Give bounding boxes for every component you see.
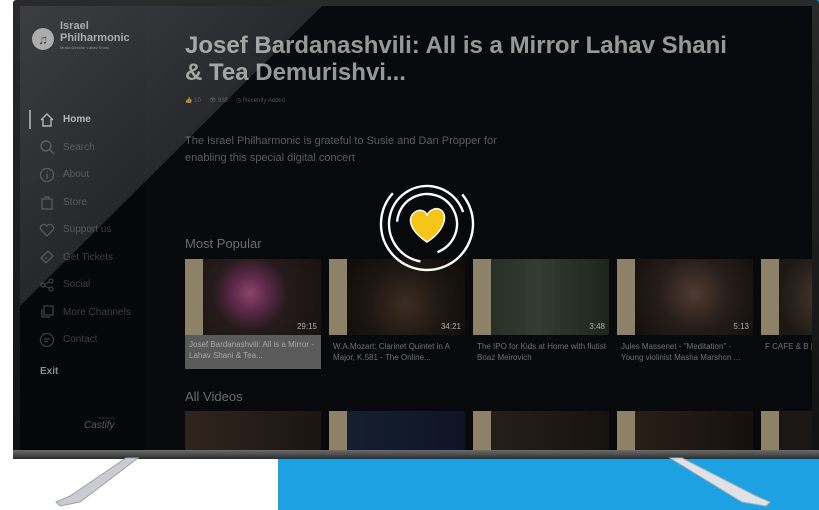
section-title-most-popular: Most Popular [185,236,262,251]
sidebar-item-tickets[interactable]: Get Tickets [20,244,145,272]
platform-logo: Powered by Castify [84,416,115,431]
video-title: W.A.Mozart: Clarinet Quintet in A Major,… [333,342,450,362]
video-thumbnail [617,411,753,450]
sidebar-item-home[interactable]: Home [20,106,145,134]
hero-meta: 👍 10 👁 935 ◷ Recently Added [185,97,285,104]
video-card[interactable] [617,411,753,450]
hero-title: Josef Bardanashvili: All is a Mirror Lah… [185,32,727,86]
brand-name-line1: Israel [60,20,89,32]
video-duration: 29:15 [296,322,317,331]
video-title: Josef Bardanashvili: All is a Mirror - L… [185,335,321,369]
sidebar-item-channels[interactable]: More Channels [20,299,145,327]
sidebar-item-label: Get Tickets [63,251,114,263]
main-content: Josef Bardanashvili: All is a Mirror Lah… [145,6,812,450]
sidebar-item-contact[interactable]: Contact [20,326,145,354]
video-duration: 5:13 [733,322,749,331]
video-card[interactable]: 29:15 Josef Bardanashvili: All is a Mirr… [185,259,321,369]
sidebar-item-label: Social [63,279,91,291]
loading-spinner [379,176,475,272]
brand-logo[interactable]: Israel Philharmonic Music Director Lahav… [60,20,130,51]
likes-count: 👍 10 [185,98,201,104]
chat-icon [39,332,55,348]
channels-icon [39,304,55,320]
video-card[interactable]: 3:48 The IPO for Kids at Home with fluti… [473,259,609,369]
sidebar-item-support[interactable]: Support us [20,216,145,244]
heart-icon [39,222,55,238]
bag-icon [39,194,55,210]
video-title: The IPO for Kids at Home with flutist Bo… [477,342,606,362]
video-thumbnail: 29:15 [185,259,321,335]
section-title-all-videos: All Videos [185,389,243,404]
sidebar-item-label: Home [63,114,91,126]
tv-stand-left [55,457,140,507]
video-thumbnail [185,411,321,450]
tv-screen: ♫ Israel Philharmonic Music Director Lah… [20,6,812,450]
video-card[interactable] [185,411,321,450]
views-count: 👁 935 [208,98,229,104]
video-card[interactable]: 5:13 Jules Massenet - "Meditation" - You… [617,259,753,369]
status-badge: ◷ Recently Added [236,98,286,104]
ticket-icon [39,249,55,265]
sidebar-item-search[interactable]: Search [20,134,145,162]
sidebar-item-label: About [63,169,90,181]
video-title: Jules Massenet - "Meditation" - Young vi… [621,342,741,362]
video-title: F CAFE & B | FTV [765,342,812,351]
sidebar-item-label: More Channels [63,306,131,318]
video-card[interactable] [329,411,465,450]
sidebar: ♫ Israel Philharmonic Music Director Lah… [20,6,145,450]
video-card[interactable]: F CAFE & B | FTV [761,259,812,369]
video-thumbnail [473,411,609,450]
sidebar-item-label: Support us [63,224,112,236]
search-icon [39,139,55,155]
platform-name: Castify [84,420,115,431]
orchestra-logo-icon: ♫ [32,28,54,50]
video-thumbnail [761,259,812,335]
exit-button[interactable]: Exit [40,366,58,377]
sidebar-item-label: Contact [63,334,98,346]
home-icon [39,112,55,128]
sidebar-item-label: Store [63,196,87,208]
sidebar-item-store[interactable]: Store [20,189,145,217]
sidebar-item-label: Search [63,141,95,153]
sidebar-item-about[interactable]: About [20,161,145,189]
most-popular-row: 29:15 Josef Bardanashvili: All is a Mirr… [185,259,812,369]
brand-name-line2: Philharmonic [60,32,130,44]
sidebar-nav: Home Search About Store Support us Get T… [20,106,145,354]
hero-description: The Israel Philharmonic is grateful to S… [185,135,497,164]
video-duration: 3:48 [589,322,605,331]
video-card[interactable]: 34:21 W.A.Mozart: Clarinet Quintet in A … [329,259,465,369]
video-duration: 34:21 [440,322,461,331]
heart-logo-icon [409,207,446,243]
video-thumbnail [329,411,465,450]
all-videos-row [185,411,812,450]
video-thumbnail [761,411,812,450]
info-icon [39,167,55,183]
video-thumbnail: 5:13 [617,259,753,335]
brand-tagline: Music Director Lahav Shani [60,45,109,50]
share-icon [39,277,55,293]
sidebar-item-social[interactable]: Social [20,271,145,299]
video-card[interactable] [761,411,812,450]
tv-stand-right [668,457,771,507]
video-thumbnail: 3:48 [473,259,609,335]
video-card[interactable] [473,411,609,450]
